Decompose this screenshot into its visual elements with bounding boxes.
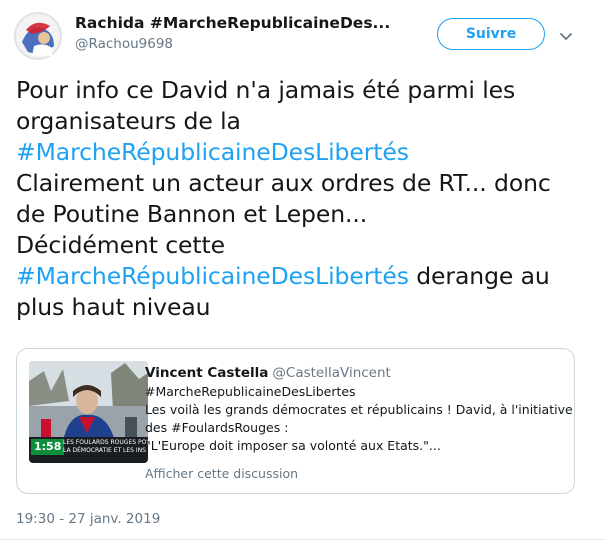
tweet-text-line: #MarcheRépublicaineDesLibertés derange a… xyxy=(16,261,591,292)
tweet-text-line: plus haut niveau xyxy=(16,292,591,323)
tweet-text-segment: Clairement un acteur aux ordres de RT...… xyxy=(16,169,551,197)
tweet-text: Pour info ce David n'a jamais été parmi … xyxy=(16,75,591,323)
hashtag-link[interactable]: #MarcheRépublicaineDesLibertés xyxy=(16,262,409,290)
tweet-text-line: Clairement un acteur aux ordres de RT...… xyxy=(16,168,591,199)
avatar-image xyxy=(14,12,62,60)
follow-button-label: Suivre xyxy=(465,26,517,42)
quoted-author[interactable]: Vincent Castella @CastellaVincent xyxy=(145,365,391,381)
chevron-down-icon[interactable] xyxy=(558,28,574,40)
quoted-tweet[interactable]: 1:58 LES FOULARDS ROUGES POU LA DÉMOCRAT… xyxy=(16,348,575,494)
thumbnail-banner-line: LA DÉMOCRATIE ET LES INS xyxy=(63,447,146,454)
quoted-text-line: Les voilà les grands démocrates et répub… xyxy=(145,402,573,417)
display-name[interactable]: Rachida #MarcheRepublicaineDes... xyxy=(75,14,390,32)
tweet-timestamp[interactable]: 19:30 - 27 janv. 2019 xyxy=(16,511,160,527)
quoted-text-line: "L'Europe doit imposer sa volonté aux Et… xyxy=(145,438,441,453)
tweet-text-segment: organisateurs de la xyxy=(16,107,241,135)
follow-button[interactable]: Suivre xyxy=(437,18,545,50)
tweet-text-line: Pour info ce David n'a jamais été parmi … xyxy=(16,75,591,106)
video-time: 1:58 xyxy=(31,439,65,455)
tweet-text-line: de Poutine Bannon et Lepen... xyxy=(16,199,591,230)
quoted-author-name: Vincent Castella xyxy=(145,365,269,381)
tweet-text-line: #MarcheRépublicaineDesLibertés xyxy=(16,137,591,168)
tweet-text-segment: derange au xyxy=(408,262,550,290)
tweet-text-segment: Décidément cette xyxy=(16,231,225,259)
hashtag-link[interactable]: #MarcheRépublicaineDesLibertés xyxy=(16,138,409,166)
tweet-text-line: organisateurs de la xyxy=(16,106,591,137)
tweet-text-line: Décidément cette xyxy=(16,230,591,261)
tweet-text-segment: Pour info ce David n'a jamais été parmi … xyxy=(16,76,516,104)
user-handle[interactable]: @Rachou9698 xyxy=(75,36,173,52)
avatar[interactable] xyxy=(14,12,62,60)
show-thread-link[interactable]: Afficher cette discussion xyxy=(145,466,298,481)
tweet-text-segment: de Poutine Bannon et Lepen... xyxy=(16,200,368,228)
quoted-author-handle: @CastellaVincent xyxy=(272,365,391,381)
quoted-tweet-thumbnail[interactable]: 1:58 LES FOULARDS ROUGES POU LA DÉMOCRAT… xyxy=(29,361,148,463)
quoted-text-line: des #FoulardsRouges : xyxy=(145,420,289,435)
tweet-text-segment: plus haut niveau xyxy=(16,293,211,321)
quoted-text-line: #MarcheRepublicaineDesLibertes xyxy=(145,384,356,399)
thumbnail-banner-line: LES FOULARDS ROUGES POU xyxy=(63,439,148,446)
divider xyxy=(0,539,605,540)
